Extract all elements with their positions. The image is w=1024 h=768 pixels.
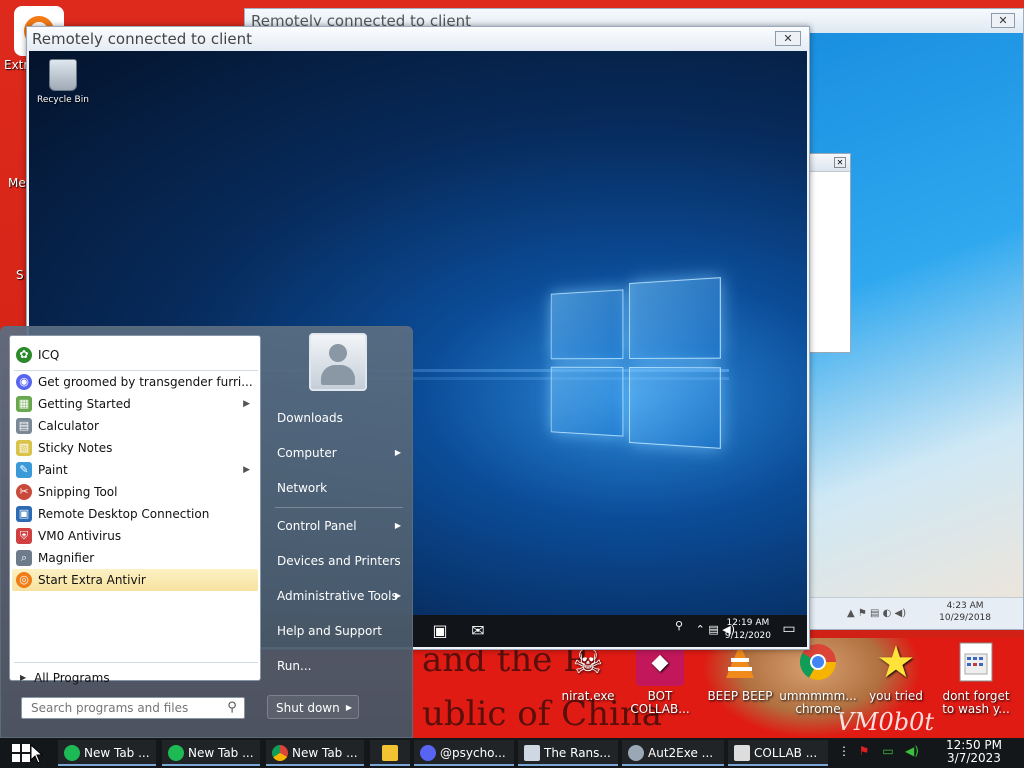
- host-icon-label: S: [16, 268, 24, 282]
- chevron-right-icon: ▶: [394, 521, 401, 530]
- folder-icon: [382, 745, 398, 761]
- spotify-icon: [64, 745, 80, 761]
- start-item-sticky-notes[interactable]: ▧ Sticky Notes: [12, 437, 258, 459]
- tray-icons: ▲ ⚑ ▤ ◐ ◀): [847, 608, 907, 619]
- taskbar-item-ransom[interactable]: The Rans...: [518, 740, 618, 766]
- all-programs-button[interactable]: ▶ All Programs: [18, 668, 110, 688]
- start-item-remote-desktop[interactable]: ▣ Remote Desktop Connection: [12, 503, 258, 525]
- chevron-right-icon: ▶: [394, 448, 401, 457]
- notification-icon[interactable]: ▭: [779, 621, 799, 641]
- skull-icon: [734, 745, 750, 761]
- host-icon-label: Extr: [4, 58, 29, 72]
- start-right-computer[interactable]: Computer ▶: [269, 440, 409, 466]
- store-icon[interactable]: ▣: [429, 621, 451, 641]
- start-right-devices-printers[interactable]: Devices and Printers: [269, 548, 409, 574]
- back-dialog: ✕: [809, 153, 851, 353]
- desktop-icon-you-tried[interactable]: ★ you tried: [856, 636, 936, 703]
- start-item-vm0-antivirus[interactable]: ⛨ VM0 Antivirus: [12, 525, 258, 547]
- start-item-extra-antivir[interactable]: ◎ Start Extra Antivir: [12, 569, 258, 591]
- chevron-right-icon: ▶: [394, 591, 401, 600]
- chevron-right-icon: ▶: [243, 399, 250, 409]
- host-icon-label: Me: [8, 176, 26, 190]
- back-remote-taskbar: ▲ ⚑ ▤ ◐ ◀) 4:23 AM 10/29/2018: [807, 597, 1023, 629]
- front-window-titlebar[interactable]: Remotely connected to client ✕: [27, 27, 809, 51]
- taskbar-item-discord[interactable]: @psycho...: [414, 740, 514, 766]
- shield-icon: ⛨: [16, 528, 32, 544]
- start-right-admin-tools[interactable]: Administrative Tools ▶: [269, 583, 409, 609]
- user-avatar[interactable]: [309, 333, 367, 391]
- start-menu: ✿ ICQ ◉ Get groomed by transgender furri…: [0, 326, 413, 738]
- chevron-right-icon: ▶: [243, 465, 250, 475]
- antivir-icon: ◎: [16, 572, 32, 588]
- search-input[interactable]: [21, 697, 245, 719]
- start-item-paint[interactable]: ✎ Paint ▶: [12, 459, 258, 481]
- paint-icon: ✎: [16, 462, 32, 478]
- sticky-notes-icon: ▧: [16, 440, 32, 456]
- chevron-right-icon: ▶: [20, 673, 27, 682]
- recycle-bin-icon[interactable]: Recycle Bin: [35, 59, 91, 105]
- divider: [275, 507, 403, 508]
- mail-icon[interactable]: ✉: [467, 621, 489, 641]
- cursor-icon: [30, 744, 44, 764]
- chrome-icon: [272, 745, 288, 761]
- start-right-network[interactable]: Network: [269, 475, 409, 501]
- start-item-discord[interactable]: ◉ Get groomed by transgender furri...: [12, 371, 258, 393]
- host-taskbar: New Tab ... New Tab ... New Tab ... @psy…: [0, 738, 1024, 768]
- chevron-right-icon: ▶: [345, 703, 352, 712]
- start-item-magnifier[interactable]: ⌕ Magnifier: [12, 547, 258, 569]
- back-remote-clock[interactable]: 4:23 AM 10/29/2018: [939, 600, 991, 624]
- star-icon: ★: [876, 636, 916, 688]
- close-icon: ✕: [998, 14, 1008, 27]
- desktop-icon-wash[interactable]: dont forget to wash y...: [936, 636, 1016, 716]
- start-right-help-support[interactable]: Help and Support: [269, 618, 409, 644]
- host-clock[interactable]: 12:50 PM 3/7/2023: [946, 739, 1002, 765]
- more-icon[interactable]: ⋮: [836, 744, 852, 762]
- programs-pane: ✿ ICQ ◉ Get groomed by transgender furri…: [9, 335, 261, 685]
- close-icon[interactable]: ✕: [834, 157, 846, 168]
- calculator-icon: ▤: [16, 418, 32, 434]
- close-button[interactable]: ✕: [991, 13, 1015, 28]
- taskbar-item-new-tab-2[interactable]: New Tab ...: [162, 740, 260, 766]
- remote-desktop-icon: ▣: [16, 506, 32, 522]
- volume-icon[interactable]: ◀): [904, 744, 920, 762]
- windows-logo-wallpaper: [550, 277, 721, 449]
- shutdown-button[interactable]: Shut down ▶: [267, 695, 359, 719]
- taskbar-item-new-tab-3[interactable]: New Tab ...: [266, 740, 364, 766]
- discord-icon: [420, 745, 436, 761]
- flag-icon[interactable]: ⚑: [856, 744, 872, 762]
- snipping-tool-icon: ✂: [16, 484, 32, 500]
- start-item-calculator[interactable]: ▤ Calculator: [12, 415, 258, 437]
- front-window-title: Remotely connected to client: [32, 30, 253, 48]
- start-item-snipping-tool[interactable]: ✂ Snipping Tool: [12, 481, 258, 503]
- search-icon[interactable]: ⚲: [223, 699, 241, 717]
- discord-icon: ◉: [16, 374, 32, 390]
- taskbar-item-new-tab-1[interactable]: New Tab ...: [58, 740, 156, 766]
- network-icon[interactable]: ▭: [880, 744, 896, 762]
- calendar-icon: [952, 638, 1000, 686]
- autoit-icon: [628, 745, 644, 761]
- recycle-bin-label: Recycle Bin: [37, 95, 89, 105]
- icq-icon: ✿: [16, 347, 32, 363]
- taskbar-item-collab[interactable]: COLLAB ...: [728, 740, 828, 766]
- getting-started-icon: ▦: [16, 396, 32, 412]
- start-button[interactable]: [4, 740, 52, 766]
- start-item-getting-started[interactable]: ▦ Getting Started ▶: [12, 393, 258, 415]
- window-icon: [524, 745, 540, 761]
- start-right-control-panel[interactable]: Control Panel ▶: [269, 513, 409, 539]
- trash-icon: [49, 59, 77, 91]
- start-item-icq[interactable]: ✿ ICQ: [12, 344, 258, 366]
- taskbar-item-aut2exe[interactable]: Aut2Exe ...: [622, 740, 724, 766]
- magnifier-icon: ⌕: [16, 550, 32, 566]
- start-right-run[interactable]: Run...: [269, 653, 409, 679]
- people-icon[interactable]: ⚲: [675, 619, 683, 632]
- divider: [14, 662, 258, 663]
- close-icon: ✕: [783, 32, 793, 45]
- close-button[interactable]: ✕: [775, 31, 801, 46]
- start-right-downloads[interactable]: Downloads: [269, 405, 409, 431]
- spotify-icon: [168, 745, 184, 761]
- taskbar-item-folder[interactable]: [370, 740, 410, 766]
- remote-clock[interactable]: 12:19 AM 9/12/2020: [725, 617, 771, 643]
